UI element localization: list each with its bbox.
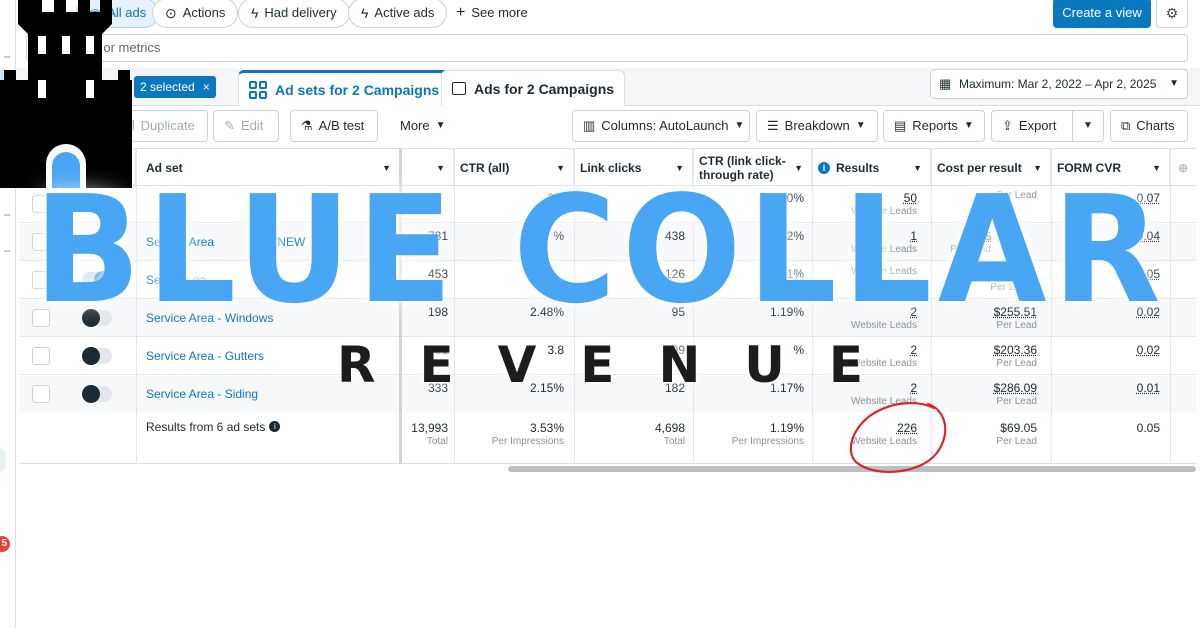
ad-icon	[452, 82, 466, 95]
summary-link-clicks-sub: Total	[663, 436, 685, 447]
info-icon[interactable]: i	[269, 421, 281, 432]
chip-label: Active ads	[374, 5, 435, 20]
tab-ad-sets[interactable]: Ad sets for 2 Campaigns	[238, 70, 451, 106]
view-settings-button[interactable]: ⚙	[1156, 0, 1188, 28]
export-button[interactable]: ⇪ Export	[991, 110, 1073, 142]
selected-badge[interactable]: 2 selected ×	[134, 76, 216, 98]
tab-ad-sets-label: Ad sets for 2 Campaigns	[275, 81, 440, 98]
filter-chip-row: ◉ All ads ⊙ Actions ϟ Had delivery ϟ Act…	[16, 0, 1200, 28]
export-menu-button[interactable]: ▼	[1072, 110, 1104, 142]
red-circle-annotation	[849, 402, 947, 473]
chip-actions[interactable]: ⊙ Actions	[152, 0, 239, 28]
rail-mark	[4, 250, 10, 252]
chip-label: Had delivery	[264, 5, 337, 20]
bolt-icon: ϟ	[251, 5, 259, 21]
export-icon: ⇪	[1002, 118, 1013, 133]
summary-label: Results from 6 ad sets	[146, 420, 266, 434]
columns-button[interactable]: ▥ Columns: AutoLaunch ▼	[572, 110, 750, 142]
breakdown-label: Breakdown	[784, 118, 850, 133]
export-label: Export	[1018, 118, 1057, 133]
chevron-down-icon: ▼	[734, 120, 745, 131]
summary-ctr-all: 3.53%	[529, 421, 564, 435]
chevron-down-icon: ▼	[963, 120, 974, 131]
columns-icon: ▥	[583, 118, 596, 133]
calendar-icon: ▦	[939, 76, 952, 91]
rail-mark	[4, 214, 10, 216]
date-range-label: Maximum: Mar 2, 2022 – Apr 2, 2025	[959, 77, 1157, 91]
column-divider	[1170, 148, 1171, 464]
breakdown-button[interactable]: ☰ Breakdown ▼	[756, 110, 878, 142]
tab-ads[interactable]: Ads for 2 Campaigns	[441, 70, 626, 106]
summary-row: Results from 6 ad sets i 13,993 Total 3.5…	[20, 412, 1196, 464]
overlay-title: BLUE COLLAR	[33, 164, 1167, 336]
table-toolbar: ❐ Duplicate ✎ Edit ⚗ A/B test More ▼ ▥ C…	[16, 110, 1200, 142]
rail-item-highlight[interactable]	[0, 448, 6, 472]
charts-label: Charts	[1136, 118, 1175, 133]
reports-button[interactable]: ▤ Reports ▼	[883, 110, 985, 142]
add-column-icon[interactable]: ⊕	[1170, 149, 1196, 187]
summary-form-cvr: 0.05	[1136, 421, 1160, 435]
chip-active-ads[interactable]: ϟ Active ads	[348, 0, 448, 28]
selected-count: 2 selected	[140, 80, 195, 94]
overlay-subtitle: REVENUE	[336, 336, 908, 394]
summary-ctr-link: 1.19%	[769, 421, 804, 435]
chevron-down-icon: ▼	[1083, 120, 1093, 131]
grid-icon	[249, 80, 267, 99]
more-label: More	[400, 118, 430, 133]
create-view-button[interactable]: Create a view	[1053, 0, 1151, 28]
bolt-icon: ϟ	[361, 5, 369, 21]
date-range-picker[interactable]: ▦ Maximum: Mar 2, 2022 – Apr 2, 2025 ▼	[930, 69, 1188, 99]
flask-icon: ⚗	[301, 118, 313, 133]
arrow-circle-icon: ⊙	[165, 5, 177, 21]
more-button[interactable]: More ▼	[390, 110, 456, 142]
plus-icon: +	[456, 4, 466, 21]
notification-badge[interactable]: 5	[0, 536, 10, 552]
charts-button[interactable]: ⧉ Charts	[1110, 110, 1188, 142]
edit-button[interactable]: ✎ Edit	[213, 110, 279, 142]
castle-logo-icon	[0, 0, 132, 188]
ab-test-label: A/B test	[318, 118, 365, 133]
reports-label: Reports	[912, 118, 958, 133]
duplicate-label: Duplicate	[140, 118, 195, 133]
level-tabs-row: aigns 2 selected × Ad sets for 2 Campaig…	[16, 68, 1200, 106]
chevron-down-icon: ▼	[855, 120, 866, 131]
chevron-down-icon: ▼	[435, 120, 446, 131]
see-more-label: See more	[471, 5, 528, 20]
summary-ctr-all-sub: Per Impressions	[491, 436, 564, 447]
sliders-icon: ⚙	[1165, 5, 1179, 21]
tab-ads-label: Ads for 2 Campaigns	[474, 80, 615, 97]
close-icon[interactable]: ×	[203, 76, 210, 98]
chip-had-delivery[interactable]: ϟ Had delivery	[238, 0, 350, 28]
edit-label: Edit	[240, 118, 264, 133]
chip-label: Actions	[182, 5, 226, 20]
ab-test-button[interactable]: ⚗ A/B test	[290, 110, 378, 142]
columns-label: Columns: AutoLaunch	[601, 118, 729, 133]
summary-link-clicks: 4,698	[654, 421, 685, 435]
pencil-icon: ✎	[224, 118, 235, 133]
breakdown-icon: ☰	[767, 118, 779, 133]
summary-impressions: 13,993	[411, 421, 448, 435]
chart-icon: ⧉	[1121, 118, 1131, 133]
summary-impressions-sub: Total	[426, 436, 448, 447]
reports-icon: ▤	[894, 118, 907, 133]
chevron-down-icon: ▼	[1169, 78, 1179, 89]
search-input[interactable]: ⌕ name, ID or metrics	[26, 34, 1188, 62]
summary-ctr-link-sub: Per Impressions	[731, 436, 804, 447]
see-more-button[interactable]: + See more	[456, 0, 528, 26]
